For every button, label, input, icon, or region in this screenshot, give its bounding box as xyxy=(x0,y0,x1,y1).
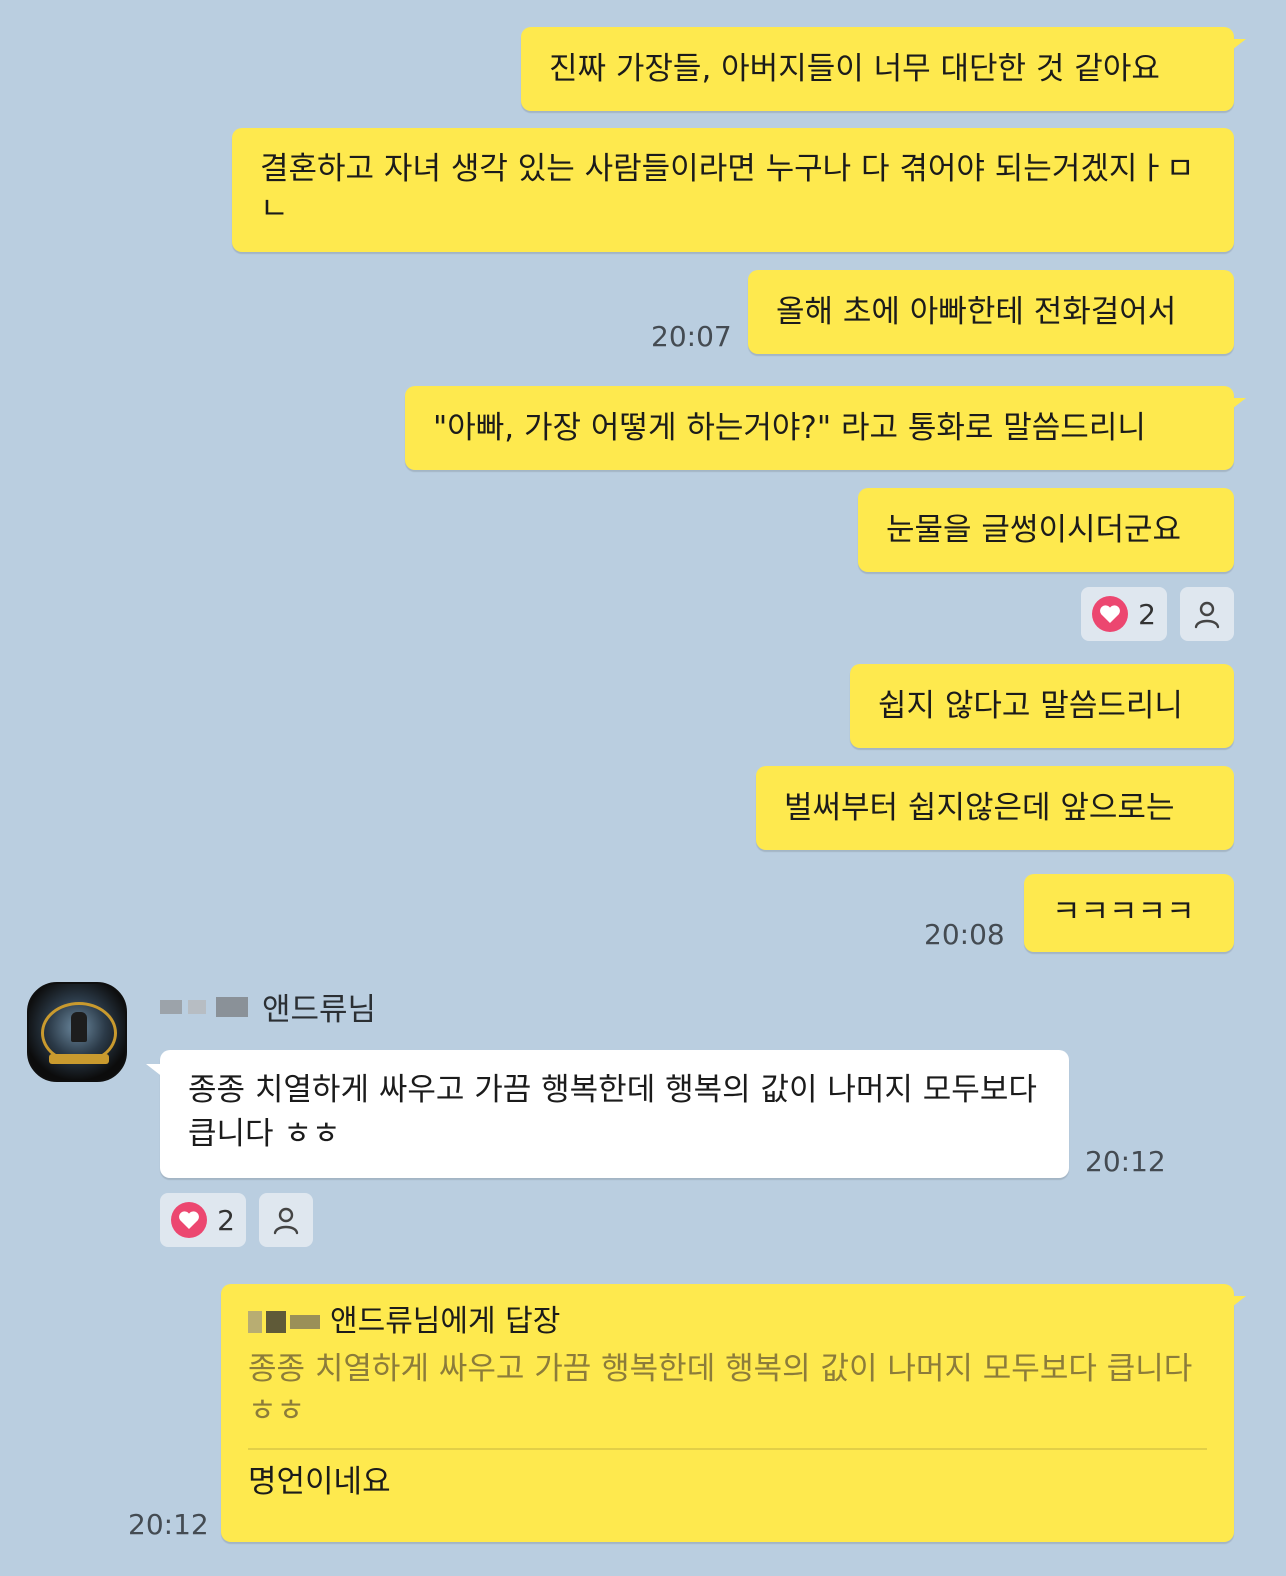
message-bubble-sent[interactable]: 올해 초에 아빠한테 전화걸어서 xyxy=(748,270,1234,354)
heart-count: 2 xyxy=(1138,597,1156,631)
reply-header: 앤드류님에게 답장 xyxy=(248,1302,1207,1342)
avatar[interactable] xyxy=(27,982,127,1082)
quoted-message[interactable]: 종종 치열하게 싸우고 가끔 행복한데 행복의 값이 나머지 모두보다 큽니다 … xyxy=(248,1348,1207,1432)
message-bubble-sent[interactable]: 진짜 가장들, 아버지들이 너무 대단한 것 같아요 xyxy=(521,27,1246,111)
blurred-name xyxy=(290,1315,320,1329)
blurred-name xyxy=(188,999,206,1014)
chat-window: 진짜 가장들, 아버지들이 너무 대단한 것 같아요 결혼하고 자녀 생각 있는… xyxy=(0,0,1286,1576)
message-text: 결혼하고 자녀 생각 있는 사람들이라면 누구나 다 겪어야 되는거겠지ㅏㅁㄴ xyxy=(260,151,1195,227)
message-time: 20:08 xyxy=(924,918,1005,951)
message-bubble-sent[interactable]: 눈물을 글썽이시더군요 xyxy=(858,488,1234,572)
message-text: 종종 치열하게 싸우고 가끔 행복한데 행복의 값이 나머지 모두보다 큽니다 … xyxy=(188,1072,1037,1152)
reaction-users-button[interactable] xyxy=(1180,587,1234,641)
heart-icon xyxy=(1092,596,1129,632)
message-text: 올해 초에 아빠한테 전화걸어서 xyxy=(776,294,1177,330)
message-text: 명언이네요 xyxy=(248,1464,391,1500)
blurred-name xyxy=(160,999,182,1014)
message-text: 쉽지 않다고 말씀드리니 xyxy=(878,688,1183,724)
heart-count: 2 xyxy=(217,1203,235,1237)
message-bubble-sent[interactable]: 결혼하고 자녀 생각 있는 사람들이라면 누구나 다 겪어야 되는거겠지ㅏㅁㄴ xyxy=(232,128,1234,252)
message-text: ㅋㅋㅋㅋㅋ xyxy=(1052,894,1195,930)
person-icon xyxy=(1194,601,1220,629)
heart-reaction[interactable]: 2 xyxy=(160,1193,246,1247)
message-text: 눈물을 글썽이시더군요 xyxy=(886,512,1182,548)
message-bubble-sent[interactable]: 쉽지 않다고 말씀드리니 xyxy=(850,664,1234,748)
reply-header-label: 앤드류님에게 답장 xyxy=(330,1304,561,1339)
message-time: 20:07 xyxy=(651,320,732,353)
reply-message-bubble[interactable]: 앤드류님에게 답장 종종 치열하게 싸우고 가끔 행복한데 행복의 값이 나머지… xyxy=(221,1284,1246,1542)
reply-divider xyxy=(248,1448,1207,1450)
message-time: 20:12 xyxy=(1085,1145,1166,1178)
sender-name-label: 앤드류님 xyxy=(262,992,377,1028)
blurred-name xyxy=(266,1311,286,1333)
blurred-name xyxy=(216,996,248,1017)
message-bubble-sent[interactable]: 벌써부터 쉽지않은데 앞으로는 xyxy=(756,766,1234,850)
heart-icon xyxy=(171,1202,208,1238)
message-text: 벌써부터 쉽지않은데 앞으로는 xyxy=(784,790,1175,826)
sender-name[interactable]: 앤드류님 xyxy=(160,984,376,1029)
message-text: 진짜 가장들, 아버지들이 너무 대단한 것 같아요 xyxy=(549,51,1160,87)
message-text: "아빠, 가장 어떻게 하는거야?" 라고 통화로 말씀드리니 xyxy=(433,410,1146,446)
blurred-name xyxy=(248,1311,262,1333)
person-icon xyxy=(273,1207,299,1235)
message-bubble-sent[interactable]: "아빠, 가장 어떻게 하는거야?" 라고 통화로 말씀드리니 xyxy=(405,386,1246,470)
reaction-users-button[interactable] xyxy=(259,1193,313,1247)
message-time: 20:12 xyxy=(128,1508,209,1541)
message-bubble-received[interactable]: 종종 치열하게 싸우고 가끔 행복한데 행복의 값이 나머지 모두보다 큽니다 … xyxy=(146,1050,1069,1178)
heart-reaction[interactable]: 2 xyxy=(1081,587,1167,641)
message-bubble-sent[interactable]: ㅋㅋㅋㅋㅋ xyxy=(1024,874,1234,952)
avatar-band xyxy=(49,1054,109,1064)
avatar-figure xyxy=(71,1012,87,1042)
